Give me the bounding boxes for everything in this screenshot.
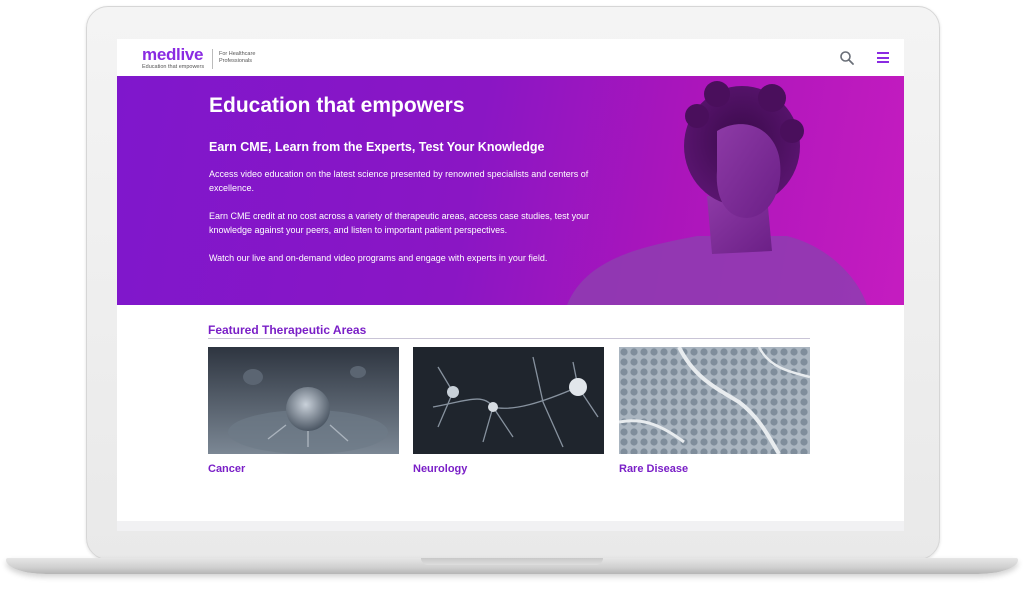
area-label-rare-disease[interactable]: Rare Disease (619, 463, 810, 475)
area-card-neurology[interactable]: Neurology (413, 347, 604, 475)
hero-paragraph: Earn CME credit at no cost across a vari… (209, 211, 590, 235)
neuron-image[interactable] (413, 347, 604, 454)
cancer-cell-image[interactable] (208, 347, 399, 454)
footer-strip (117, 521, 904, 531)
woman-portrait-image (567, 81, 867, 305)
area-card-cancer[interactable]: Cancer (208, 347, 399, 475)
hero-title: Education that empowers (209, 94, 465, 117)
logo-tagline: Education that empowers (142, 64, 205, 70)
area-label-cancer[interactable]: Cancer (208, 463, 399, 475)
area-card-rare-disease[interactable]: Rare Disease (619, 347, 810, 475)
hamburger-menu-icon[interactable] (877, 52, 889, 63)
top-navbar: medlive Education that empowers For Heal… (117, 39, 904, 76)
logo-name: medlive (142, 45, 204, 64)
audience-label: For Healthcare Professionals (219, 51, 256, 64)
hero-paragraph: Watch our live and on-demand video progr… (209, 253, 548, 263)
logo-divider (212, 49, 213, 69)
laptop-notch (421, 558, 603, 565)
hero-paragraph: Access video education on the latest sci… (209, 169, 589, 193)
area-label-neurology[interactable]: Neurology (413, 463, 604, 475)
hero-subtitle: Earn CME, Learn from the Experts, Test Y… (209, 140, 545, 154)
hero-banner: Education that empowers Earn CME, Learn … (117, 76, 904, 305)
section-divider (208, 338, 810, 339)
search-icon[interactable] (839, 50, 855, 66)
tissue-micrograph-image[interactable] (619, 347, 810, 454)
featured-section-title: Featured Therapeutic Areas (208, 323, 367, 337)
browser-screen: medlive Education that empowers For Heal… (117, 39, 904, 531)
brand-logo[interactable]: medlive Education that empowers (142, 46, 204, 71)
